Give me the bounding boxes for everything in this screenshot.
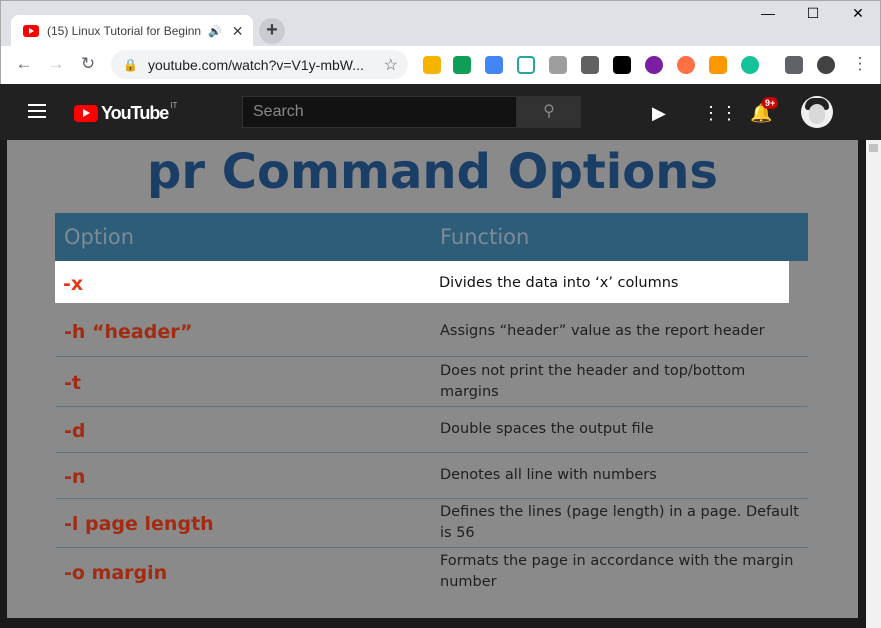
option-cell: -n xyxy=(64,466,86,488)
function-cell: Does not print the header and top/bottom… xyxy=(440,363,746,400)
extension-gear-icon[interactable] xyxy=(581,56,599,74)
country-code: IT xyxy=(170,101,178,110)
function-cell: Defines the lines (page length) in a pag… xyxy=(440,504,799,541)
function-cell: Assigns “header” value as the report hea… xyxy=(440,323,765,339)
tab-title: (15) Linux Tutorial for Beginn xyxy=(47,24,202,38)
browser-menu-icon[interactable]: ⋮ xyxy=(849,54,871,74)
extension-purple-icon[interactable] xyxy=(645,56,663,74)
user-avatar[interactable] xyxy=(801,96,833,128)
maximize-button[interactable]: ☐ xyxy=(790,5,836,22)
address-bar[interactable]: 🔒 youtube.com/watch?v=V1y-mbW... ☆ xyxy=(111,50,408,79)
audio-playing-icon[interactable]: 🔊 xyxy=(208,25,222,38)
url-text[interactable]: youtube.com/watch?v=V1y-mbW... xyxy=(148,57,364,73)
tab-close-icon[interactable]: ✕ xyxy=(232,23,244,40)
slide-title: pr Command Options xyxy=(147,144,718,200)
table-row: -l page length Defines the lines (page l… xyxy=(55,499,808,548)
option-cell: -x xyxy=(63,273,84,295)
forward-arrow-icon[interactable]: → xyxy=(45,54,67,74)
scrollbar-thumb[interactable] xyxy=(869,144,878,152)
window-close-button[interactable]: ✕ xyxy=(835,5,881,22)
page-scrollbar[interactable] xyxy=(866,140,881,628)
table-row: -n Denotes all line with numbers xyxy=(55,453,808,499)
search-button[interactable]: ⚲ xyxy=(517,96,581,128)
lock-icon: 🔒 xyxy=(123,57,138,72)
hamburger-menu-icon[interactable] xyxy=(28,104,46,118)
extension-link-icon[interactable] xyxy=(549,56,567,74)
options-table: Option Function -x Divides the data into… xyxy=(55,213,808,598)
media-queue-icon[interactable] xyxy=(785,56,803,74)
extension-notion-icon[interactable] xyxy=(517,56,535,74)
bookmark-star-icon[interactable]: ☆ xyxy=(384,55,398,75)
extension-keep-icon[interactable] xyxy=(423,56,441,74)
table-row: -o margin Formats the page in accordance… xyxy=(55,548,808,598)
table-row: -t Does not print the header and top/bot… xyxy=(55,357,808,407)
youtube-logo[interactable]: YouTube IT xyxy=(74,101,178,124)
reload-icon[interactable]: ↻ xyxy=(77,54,99,74)
table-header: Option Function xyxy=(55,213,808,261)
video-slide: pr Command Options Option Function -x Di… xyxy=(7,140,858,618)
youtube-favicon-icon xyxy=(23,25,39,37)
table-row: -x Divides the data into ‘x’ columns xyxy=(55,261,789,303)
youtube-header: YouTube IT Search ⚲ ▶ ⋮⋮ 🔔 xyxy=(0,84,881,140)
function-cell: Denotes all line with numbers xyxy=(440,467,657,483)
option-cell: -t xyxy=(64,372,81,394)
extension-orange-icon[interactable] xyxy=(677,56,695,74)
function-cell: Double spaces the output file xyxy=(440,421,654,437)
browser-toolbar: ← → ↻ 🔒 youtube.com/watch?v=V1y-mbW... ☆… xyxy=(0,46,881,84)
option-cell: -o margin xyxy=(64,562,168,584)
option-cell: -l page length xyxy=(64,513,214,535)
extension-jetbrains-icon[interactable] xyxy=(613,56,631,74)
table-row: -h “header” Assigns “header” value as th… xyxy=(55,307,808,357)
option-cell: -h “header” xyxy=(64,321,193,343)
extension-drive-icon[interactable] xyxy=(453,56,471,74)
header-function: Function xyxy=(440,225,530,249)
function-cell: Divides the data into ‘x’ columns xyxy=(439,275,679,291)
youtube-brand: YouTube xyxy=(101,103,169,123)
video-player[interactable]: pr Command Options Option Function -x Di… xyxy=(0,140,866,628)
browser-tab[interactable]: (15) Linux Tutorial for Beginn 🔊 ✕ xyxy=(11,15,253,47)
extension-translate-icon[interactable] xyxy=(485,56,503,74)
youtube-play-icon xyxy=(74,105,98,122)
notification-badge: 9+ xyxy=(762,97,779,109)
search-icon: ⚲ xyxy=(543,103,555,120)
extension-grammarly-icon[interactable] xyxy=(741,56,759,74)
table-row: -d Double spaces the output file xyxy=(55,407,808,453)
option-cell: -d xyxy=(64,420,86,442)
create-video-icon[interactable]: ▶ xyxy=(652,103,666,124)
search-input[interactable]: Search xyxy=(242,96,517,128)
apps-grid-icon[interactable]: ⋮⋮ xyxy=(702,103,738,124)
new-tab-button[interactable]: + xyxy=(259,18,285,44)
extension-home-icon[interactable] xyxy=(709,56,727,74)
browser-titlebar: (15) Linux Tutorial for Beginn 🔊 ✕ + — ☐… xyxy=(0,0,881,47)
minimize-button[interactable]: — xyxy=(745,5,791,21)
profile-avatar-icon[interactable] xyxy=(817,56,835,74)
header-option: Option xyxy=(64,225,135,249)
function-cell: Formats the page in accordance with the … xyxy=(440,553,794,590)
back-arrow-icon[interactable]: ← xyxy=(13,54,35,74)
